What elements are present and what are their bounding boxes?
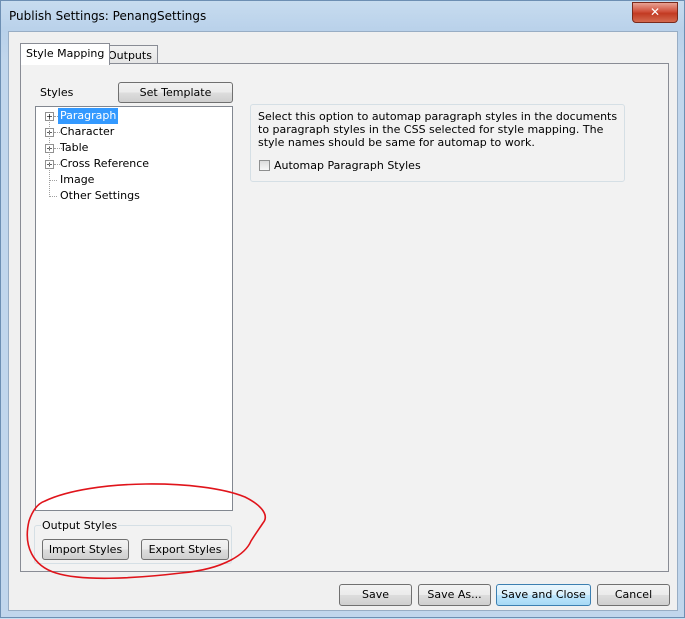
save-as-button[interactable]: Save As... (418, 584, 491, 606)
save-as-label: Save As... (427, 588, 482, 601)
publish-settings-window: Publish Settings: PenangSettings ✕ Style… (0, 0, 685, 618)
export-styles-button[interactable]: Export Styles (141, 539, 229, 560)
tree-item-other-settings-label: Other Settings (60, 189, 140, 202)
import-styles-label: Import Styles (48, 543, 123, 556)
import-styles-button[interactable]: Import Styles (42, 539, 129, 560)
tree-item-cross-reference-label: Cross Reference (60, 157, 150, 170)
close-window-button[interactable]: ✕ (632, 2, 678, 23)
tree-item-cross-reference[interactable]: + Cross Reference (36, 156, 232, 172)
save-label: Save (361, 588, 389, 601)
save-and-close-label: Save and Close (501, 588, 586, 601)
output-styles-heading: Output Styles (41, 519, 119, 532)
save-and-close-button[interactable]: Save and Close (496, 584, 591, 606)
tree-item-image-label: Image (60, 173, 95, 186)
automap-paragraph-label[interactable]: Automap Paragraph Styles (274, 159, 421, 172)
window-title: Publish Settings: PenangSettings (9, 9, 207, 23)
tree-item-character-label: Character (60, 125, 115, 138)
tree-item-character[interactable]: + Character (36, 124, 232, 140)
styles-heading: Styles (40, 86, 74, 99)
set-template-button[interactable]: Set Template (118, 82, 233, 103)
cancel-label: Cancel (614, 588, 653, 601)
tree-vertical-connector (49, 119, 50, 195)
tree-item-image[interactable]: Image (36, 172, 232, 188)
title-bar[interactable]: Publish Settings: PenangSettings ✕ (1, 1, 684, 31)
tree-item-table-label: Table (60, 141, 89, 154)
cancel-button[interactable]: Cancel (597, 584, 670, 606)
tree-item-table[interactable]: + Table (36, 140, 232, 156)
styles-tree[interactable]: + Paragraph + Character + Table + Cross … (35, 106, 233, 511)
tab-style-mapping[interactable]: Style Mapping (20, 43, 111, 65)
close-icon: ✕ (649, 5, 661, 19)
tab-outputs-label: Outputs (108, 49, 152, 62)
tree-item-paragraph-label: Paragraph (58, 108, 119, 124)
save-button[interactable]: Save (339, 584, 412, 606)
tree-item-paragraph[interactable]: + Paragraph (36, 108, 232, 124)
automap-paragraph-checkbox[interactable] (259, 160, 270, 171)
set-template-label: Set Template (139, 86, 212, 99)
tab-outputs[interactable]: Outputs (102, 45, 158, 65)
tree-item-other-settings[interactable]: Other Settings (36, 188, 232, 204)
automap-description: Select this option to automap paragraph … (258, 110, 618, 149)
tree-connector (49, 196, 57, 197)
tab-style-mapping-label: Style Mapping (26, 47, 105, 60)
tree-connector (49, 180, 57, 181)
export-styles-label: Export Styles (148, 543, 222, 556)
